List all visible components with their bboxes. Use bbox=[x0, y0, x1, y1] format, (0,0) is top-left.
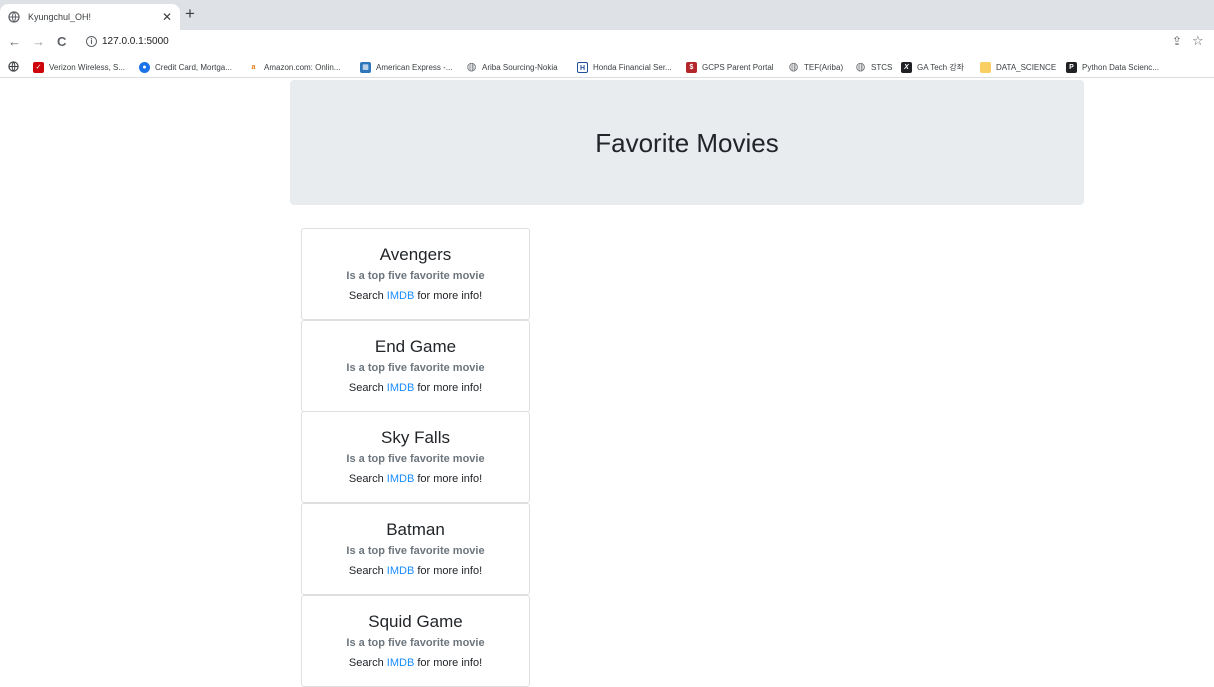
imdb-link[interactable]: IMDB bbox=[387, 565, 415, 577]
bookmark-ga-tech[interactable]: X GA Tech 강좌 bbox=[901, 60, 964, 74]
globe-icon: ◍ bbox=[855, 60, 866, 73]
bookmark-python-data-science[interactable]: P Python Data Scienc... bbox=[1066, 60, 1159, 74]
movie-subtitle: Is a top five favorite movie bbox=[346, 362, 485, 374]
movie-card: Avengers Is a top five favorite movie Se… bbox=[301, 228, 530, 320]
honda-icon: H bbox=[577, 61, 588, 73]
bookmark-stcs[interactable]: ◍ STCS bbox=[855, 60, 892, 74]
bookmark-american-express[interactable]: ▦ American Express -... bbox=[360, 60, 452, 74]
tab-strip: Kyungchul_OH! ✕ + bbox=[0, 0, 1214, 30]
back-arrow-icon[interactable]: ← bbox=[8, 34, 21, 50]
bookmark-label: American Express -... bbox=[376, 62, 453, 72]
movie-title: Avengers bbox=[379, 245, 452, 264]
search-prefix: Search bbox=[348, 657, 387, 669]
movie-card: Batman Is a top five favorite movie Sear… bbox=[301, 503, 530, 595]
bookmark-label: TEF(Ariba) bbox=[804, 62, 844, 72]
bookmark-verizon[interactable]: ✓ Verizon Wireless, S... bbox=[33, 60, 125, 74]
share-icon[interactable]: ⇪ bbox=[1172, 34, 1182, 48]
movie-search-text: Search IMDB for more info! bbox=[302, 382, 529, 394]
search-suffix: for more info! bbox=[414, 473, 483, 485]
bookmark-label: STCS bbox=[871, 62, 893, 72]
globe-icon[interactable] bbox=[8, 61, 19, 72]
movie-search-text: Search IMDB for more info! bbox=[302, 290, 529, 302]
search-suffix: for more info! bbox=[414, 565, 483, 577]
bookmark-label: GA Tech 강좌 bbox=[917, 62, 965, 72]
bookmark-label: Verizon Wireless, S... bbox=[49, 62, 126, 72]
movie-title: Batman bbox=[386, 520, 445, 539]
bookmark-tef-ariba[interactable]: ◍ TEF(Ariba) bbox=[788, 60, 843, 74]
reload-icon[interactable]: C bbox=[57, 34, 66, 50]
bookmark-label: DATA_SCIENCE bbox=[996, 62, 1057, 72]
globe-icon: ◍ bbox=[466, 60, 477, 73]
search-suffix: for more info! bbox=[414, 290, 483, 302]
imdb-link[interactable]: IMDB bbox=[387, 382, 415, 394]
movie-search-text: Search IMDB for more info! bbox=[302, 657, 529, 669]
verizon-icon: ✓ bbox=[33, 61, 44, 73]
edx-icon: X bbox=[901, 61, 912, 73]
movie-subtitle: Is a top five favorite movie bbox=[346, 270, 485, 282]
amex-icon: ▦ bbox=[360, 61, 371, 73]
tab-title: Kyungchul_OH! bbox=[28, 12, 92, 22]
bookmark-label: Amazon.com: Onlin... bbox=[264, 62, 341, 72]
globe-icon bbox=[8, 11, 20, 23]
bank-icon: ● bbox=[139, 61, 150, 73]
address-bar[interactable]: i 127.0.0.1:5000 bbox=[80, 33, 1188, 53]
imdb-link[interactable]: IMDB bbox=[387, 290, 415, 302]
browser-tab[interactable]: Kyungchul_OH! ✕ bbox=[0, 4, 180, 30]
search-prefix: Search bbox=[348, 565, 387, 577]
bookmark-star-icon[interactable]: ☆ bbox=[1192, 33, 1204, 49]
jumbotron-header: Favorite Movies bbox=[290, 80, 1084, 205]
new-tab-icon[interactable]: + bbox=[185, 5, 195, 23]
search-prefix: Search bbox=[348, 382, 387, 394]
bookmark-ariba[interactable]: ◍ Ariba Sourcing-Nokia bbox=[466, 60, 558, 74]
imdb-link[interactable]: IMDB bbox=[387, 657, 415, 669]
movie-search-text: Search IMDB for more info! bbox=[302, 473, 529, 485]
movie-search-text: Search IMDB for more info! bbox=[302, 565, 529, 577]
movie-card: End Game Is a top five favorite movie Se… bbox=[301, 320, 530, 412]
search-suffix: for more info! bbox=[414, 657, 483, 669]
page-title: Favorite Movies bbox=[595, 128, 779, 158]
movie-card: Squid Game Is a top five favorite movie … bbox=[301, 595, 530, 687]
info-icon[interactable]: i bbox=[86, 36, 97, 47]
globe-icon: ◍ bbox=[788, 60, 799, 73]
bookmark-honda[interactable]: H Honda Financial Ser... bbox=[577, 60, 672, 74]
python-icon: P bbox=[1066, 61, 1077, 73]
bookmark-credit-card[interactable]: ● Credit Card, Mortga... bbox=[139, 60, 232, 74]
movie-title: Sky Falls bbox=[381, 428, 450, 447]
search-prefix: Search bbox=[348, 290, 387, 302]
amazon-icon: a bbox=[248, 61, 259, 73]
bookmark-gcps[interactable]: $ GCPS Parent Portal bbox=[686, 60, 774, 74]
bookmark-label: Ariba Sourcing-Nokia bbox=[482, 62, 558, 72]
bookmark-amazon[interactable]: a Amazon.com: Onlin... bbox=[248, 60, 340, 74]
movie-subtitle: Is a top five favorite movie bbox=[346, 637, 485, 649]
folder-icon bbox=[980, 61, 991, 73]
bookmarks-bar: ✓ Verizon Wireless, S... ● Credit Card, … bbox=[0, 56, 1214, 78]
browser-toolbar: ← → C i 127.0.0.1:5000 bbox=[0, 30, 1214, 56]
movie-card: Sky Falls Is a top five favorite movie S… bbox=[301, 411, 530, 503]
bookmark-label: Honda Financial Ser... bbox=[593, 62, 672, 72]
search-prefix: Search bbox=[348, 473, 387, 485]
bookmark-label: Python Data Scienc... bbox=[1082, 62, 1159, 72]
bookmark-label: Credit Card, Mortga... bbox=[155, 62, 232, 72]
bookmark-data-science[interactable]: DATA_SCIENCE bbox=[980, 60, 1056, 74]
imdb-link[interactable]: IMDB bbox=[387, 473, 415, 485]
bookmark-label: GCPS Parent Portal bbox=[702, 62, 774, 72]
movie-subtitle: Is a top five favorite movie bbox=[346, 453, 485, 465]
url-text[interactable]: 127.0.0.1:5000 bbox=[102, 36, 169, 47]
forward-arrow-icon[interactable]: → bbox=[32, 34, 45, 50]
movie-subtitle: Is a top five favorite movie bbox=[346, 545, 485, 557]
gcps-icon: $ bbox=[686, 61, 697, 73]
movie-title: End Game bbox=[374, 337, 457, 356]
search-suffix: for more info! bbox=[414, 382, 483, 394]
movie-title: Squid Game bbox=[368, 612, 463, 631]
close-tab-icon[interactable]: ✕ bbox=[162, 10, 172, 24]
